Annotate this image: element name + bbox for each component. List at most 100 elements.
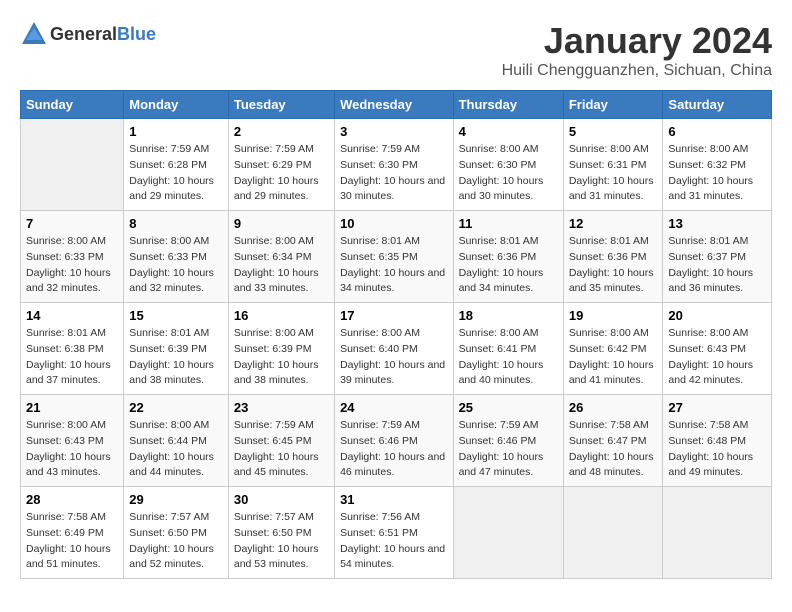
calendar-day (663, 487, 772, 579)
day-info: Sunrise: 8:00 AMSunset: 6:32 PMDaylight:… (668, 142, 766, 205)
day-number: 24 (340, 400, 447, 415)
day-info: Sunrise: 8:00 AMSunset: 6:42 PMDaylight:… (569, 326, 658, 389)
day-info: Sunrise: 8:01 AMSunset: 6:36 PMDaylight:… (459, 234, 558, 297)
day-info: Sunrise: 7:57 AMSunset: 6:50 PMDaylight:… (234, 510, 329, 573)
calendar-day: 28 Sunrise: 7:58 AMSunset: 6:49 PMDayligh… (21, 487, 124, 579)
day-number: 28 (26, 492, 118, 507)
day-number: 13 (668, 216, 766, 231)
day-number: 25 (459, 400, 558, 415)
calendar-day: 16 Sunrise: 8:00 AMSunset: 6:39 PMDayligh… (228, 303, 334, 395)
day-info: Sunrise: 8:00 AMSunset: 6:41 PMDaylight:… (459, 326, 558, 389)
day-number: 3 (340, 124, 447, 139)
day-number: 18 (459, 308, 558, 323)
calendar-week-4: 21Sunrise: 8:00 AMSunset: 6:43 PMDayligh… (21, 395, 772, 487)
calendar-day: 2Sunrise: 7:59 AMSunset: 6:29 PMDaylight… (228, 119, 334, 211)
calendar-day: 15 Sunrise: 8:01 AMSunset: 6:39 PMDayligh… (124, 303, 229, 395)
calendar-day: 3Sunrise: 7:59 AMSunset: 6:30 PMDaylight… (335, 119, 453, 211)
calendar-day: 18 Sunrise: 8:00 AMSunset: 6:41 PMDayligh… (453, 303, 563, 395)
day-header-sunday: Sunday (21, 91, 124, 119)
main-title: January 2024 (502, 20, 772, 62)
sub-title: Huili Chengguanzhen, Sichuan, China (502, 62, 772, 80)
day-info: Sunrise: 7:59 AMSunset: 6:45 PMDaylight:… (234, 418, 329, 481)
day-number: 20 (668, 308, 766, 323)
day-number: 23 (234, 400, 329, 415)
day-header-friday: Friday (563, 91, 663, 119)
day-number: 12 (569, 216, 658, 231)
logo-text: GeneralBlue (50, 24, 156, 45)
calendar-day: 24 Sunrise: 7:59 AMSunset: 6:46 PMDayligh… (335, 395, 453, 487)
calendar-day: 29Sunrise: 7:57 AMSunset: 6:50 PMDayligh… (124, 487, 229, 579)
day-number: 8 (129, 216, 223, 231)
day-info: Sunrise: 7:58 AMSunset: 6:48 PMDaylight:… (668, 418, 766, 481)
day-info: Sunrise: 7:59 AMSunset: 6:46 PMDaylight:… (340, 418, 447, 481)
logo-icon (20, 20, 48, 48)
day-info: Sunrise: 8:00 AMSunset: 6:43 PMDaylight:… (26, 418, 118, 481)
calendar-day: 7 Sunrise: 8:00 AMSunset: 6:33 PMDaylight… (21, 211, 124, 303)
day-header-saturday: Saturday (663, 91, 772, 119)
day-number: 2 (234, 124, 329, 139)
day-info: Sunrise: 7:58 AMSunset: 6:49 PMDaylight:… (26, 510, 118, 573)
day-header-wednesday: Wednesday (335, 91, 453, 119)
calendar-day: 26 Sunrise: 7:58 AMSunset: 6:47 PMDayligh… (563, 395, 663, 487)
day-info: Sunrise: 8:01 AMSunset: 6:37 PMDaylight:… (668, 234, 766, 297)
day-number: 26 (569, 400, 658, 415)
day-info: Sunrise: 8:00 AMSunset: 6:31 PMDaylight:… (569, 142, 658, 205)
day-number: 15 (129, 308, 223, 323)
calendar-week-1: 1Sunrise: 7:59 AMSunset: 6:28 PMDaylight… (21, 119, 772, 211)
day-info: Sunrise: 7:59 AMSunset: 6:46 PMDaylight:… (459, 418, 558, 481)
calendar-day: 30 Sunrise: 7:57 AMSunset: 6:50 PMDayligh… (228, 487, 334, 579)
calendar-day: 14 Sunrise: 8:01 AMSunset: 6:38 PMDayligh… (21, 303, 124, 395)
day-info: Sunrise: 8:01 AMSunset: 6:36 PMDaylight:… (569, 234, 658, 297)
day-header-monday: Monday (124, 91, 229, 119)
day-number: 30 (234, 492, 329, 507)
calendar-day: 21Sunrise: 8:00 AMSunset: 6:43 PMDayligh… (21, 395, 124, 487)
day-info: Sunrise: 7:59 AMSunset: 6:28 PMDaylight:… (129, 142, 223, 205)
calendar-week-2: 7 Sunrise: 8:00 AMSunset: 6:33 PMDaylight… (21, 211, 772, 303)
day-number: 19 (569, 308, 658, 323)
day-number: 9 (234, 216, 329, 231)
day-number: 22 (129, 400, 223, 415)
day-number: 29 (129, 492, 223, 507)
title-block: January 2024 Huili Chengguanzhen, Sichua… (502, 20, 772, 80)
day-info: Sunrise: 8:01 AMSunset: 6:38 PMDaylight:… (26, 326, 118, 389)
logo-blue: Blue (117, 24, 156, 44)
day-info: Sunrise: 7:58 AMSunset: 6:47 PMDaylight:… (569, 418, 658, 481)
calendar-day: 27 Sunrise: 7:58 AMSunset: 6:48 PMDayligh… (663, 395, 772, 487)
calendar-day: 8 Sunrise: 8:00 AMSunset: 6:33 PMDaylight… (124, 211, 229, 303)
calendar-day: 31Sunrise: 7:56 AMSunset: 6:51 PMDayligh… (335, 487, 453, 579)
day-info: Sunrise: 8:00 AMSunset: 6:33 PMDaylight:… (129, 234, 223, 297)
calendar-day (453, 487, 563, 579)
calendar-day: 10Sunrise: 8:01 AMSunset: 6:35 PMDayligh… (335, 211, 453, 303)
calendar-day: 6 Sunrise: 8:00 AMSunset: 6:32 PMDaylight… (663, 119, 772, 211)
day-info: Sunrise: 8:00 AMSunset: 6:30 PMDaylight:… (459, 142, 558, 205)
day-number: 14 (26, 308, 118, 323)
calendar-day: 9Sunrise: 8:00 AMSunset: 6:34 PMDaylight… (228, 211, 334, 303)
calendar-day: 4Sunrise: 8:00 AMSunset: 6:30 PMDaylight… (453, 119, 563, 211)
calendar-day: 25 Sunrise: 7:59 AMSunset: 6:46 PMDayligh… (453, 395, 563, 487)
day-number: 16 (234, 308, 329, 323)
calendar-day: 5Sunrise: 8:00 AMSunset: 6:31 PMDaylight… (563, 119, 663, 211)
day-info: Sunrise: 8:00 AMSunset: 6:43 PMDaylight:… (668, 326, 766, 389)
day-info: Sunrise: 7:56 AMSunset: 6:51 PMDaylight:… (340, 510, 447, 573)
calendar-day: 13 Sunrise: 8:01 AMSunset: 6:37 PMDayligh… (663, 211, 772, 303)
day-info: Sunrise: 8:00 AMSunset: 6:44 PMDaylight:… (129, 418, 223, 481)
calendar-header-row: SundayMondayTuesdayWednesdayThursdayFrid… (21, 91, 772, 119)
day-header-thursday: Thursday (453, 91, 563, 119)
calendar-day: 1Sunrise: 7:59 AMSunset: 6:28 PMDaylight… (124, 119, 229, 211)
calendar-day: 23 Sunrise: 7:59 AMSunset: 6:45 PMDayligh… (228, 395, 334, 487)
day-info: Sunrise: 8:00 AMSunset: 6:33 PMDaylight:… (26, 234, 118, 297)
calendar-table: SundayMondayTuesdayWednesdayThursdayFrid… (20, 90, 772, 579)
day-info: Sunrise: 8:00 AMSunset: 6:40 PMDaylight:… (340, 326, 447, 389)
day-number: 7 (26, 216, 118, 231)
calendar-day: 20 Sunrise: 8:00 AMSunset: 6:43 PMDayligh… (663, 303, 772, 395)
calendar-day: 19 Sunrise: 8:00 AMSunset: 6:42 PMDayligh… (563, 303, 663, 395)
calendar-day (21, 119, 124, 211)
day-number: 27 (668, 400, 766, 415)
calendar-day: 11Sunrise: 8:01 AMSunset: 6:36 PMDayligh… (453, 211, 563, 303)
day-info: Sunrise: 8:01 AMSunset: 6:39 PMDaylight:… (129, 326, 223, 389)
day-number: 6 (668, 124, 766, 139)
day-number: 17 (340, 308, 447, 323)
day-info: Sunrise: 8:00 AMSunset: 6:39 PMDaylight:… (234, 326, 329, 389)
logo-general: General (50, 24, 117, 44)
calendar-day (563, 487, 663, 579)
